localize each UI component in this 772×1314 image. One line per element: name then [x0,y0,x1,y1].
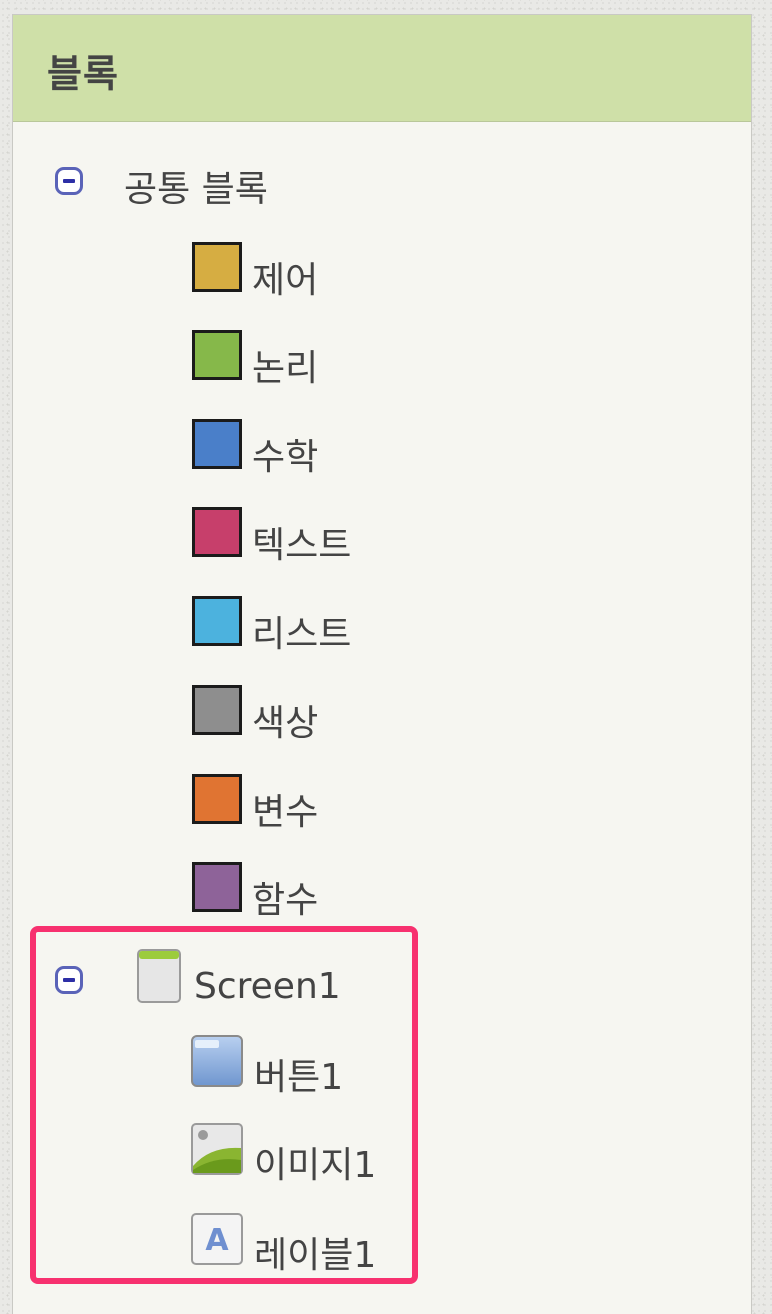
block-drawer-label: 수학 [252,437,319,478]
math-color-swatch-icon [192,419,242,469]
block-drawer-label: 함수 [252,880,319,921]
svg-text:A: A [205,1223,229,1258]
lists-color-swatch-icon [192,596,242,646]
component-label: 레이블1 [254,1235,377,1276]
collapse-builtin-toggle-icon[interactable] [55,167,83,195]
text-color-swatch-icon [192,507,242,557]
variables-color-swatch-icon [192,774,242,824]
label-component-icon: A [191,1213,243,1265]
panel-title: 블록 [47,52,119,96]
block-drawer-label: 변수 [252,792,319,833]
panel-header: 블록 [13,15,751,122]
screen1-label: Screen1 [194,966,341,1007]
collapse-screen1-toggle-icon[interactable] [55,966,83,994]
procedures-color-swatch-icon [192,862,242,912]
button-component-icon [191,1035,243,1087]
screen1-tree-node[interactable]: Screen1 [136,948,396,1012]
colors-color-swatch-icon [192,685,242,735]
block-drawer-label: 리스트 [252,614,352,655]
block-drawer-label: 색상 [252,703,319,744]
screen-icon [137,949,181,1003]
logic-color-swatch-icon [192,330,242,380]
block-drawer-label: 논리 [252,348,319,389]
block-drawer-label: 제어 [252,260,319,301]
block-drawer-label: 텍스트 [252,525,352,566]
control-color-swatch-icon [192,242,242,292]
image-component-icon [191,1123,243,1175]
component-label: 버튼1 [254,1057,344,1098]
builtin-group-label[interactable]: 공통 블록 [124,160,268,212]
component-label: 이미지1 [254,1145,377,1186]
blocks-panel: 블록 [12,14,752,1314]
